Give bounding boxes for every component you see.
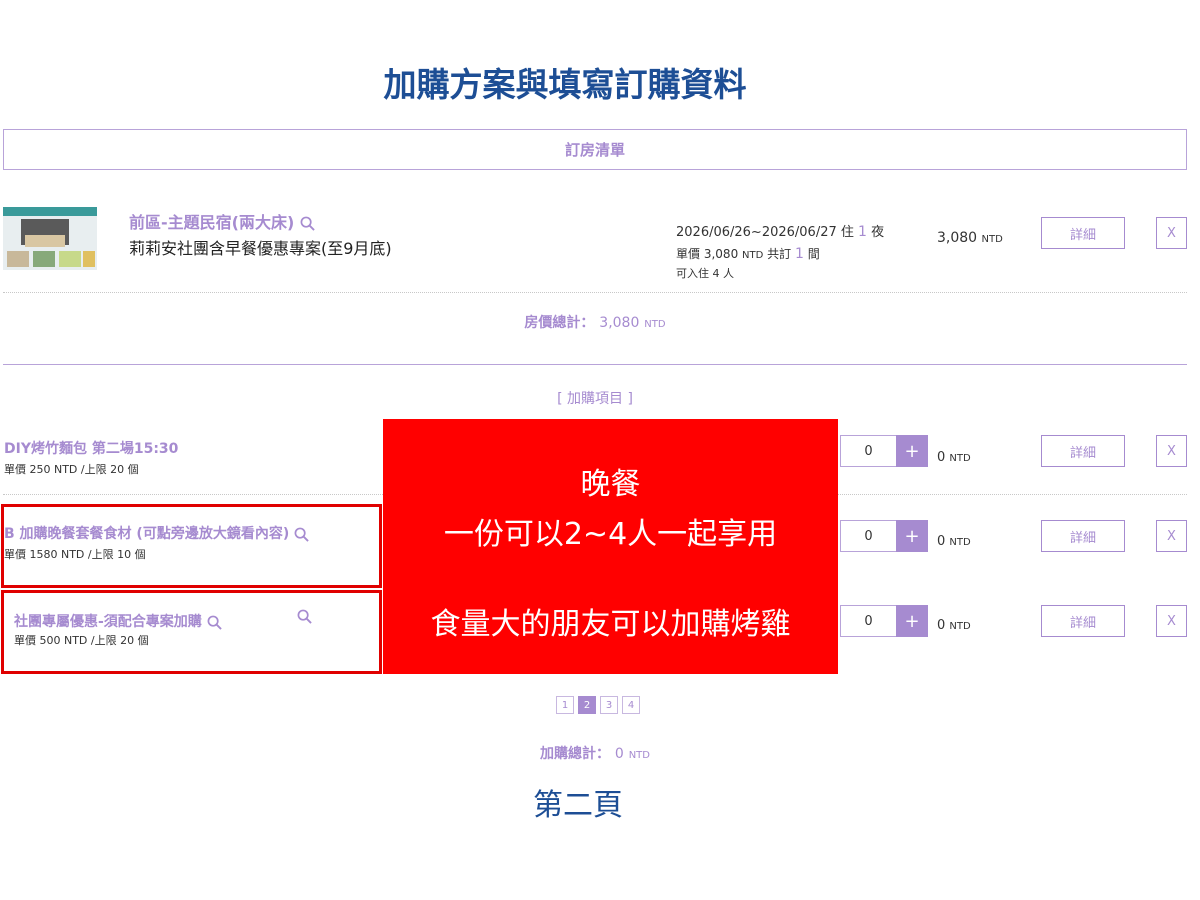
addon-remove-button[interactable]: X — [1156, 435, 1187, 467]
addon-name[interactable]: 社團專屬優惠-須配合專案加購 — [14, 614, 202, 630]
page-button-4[interactable]: 4 — [622, 696, 640, 714]
addon-detail-button[interactable]: 詳細 — [1041, 520, 1125, 552]
rooms-booked: 1 — [795, 246, 804, 262]
room-remove-button[interactable]: X — [1156, 217, 1187, 249]
subtotal-value: 3,080 — [599, 315, 640, 331]
page-title: 加購方案與填寫訂購資料 — [383, 65, 747, 104]
addon-meta: 單價 500 NTD /上限 20 個 — [14, 634, 149, 647]
quantity-plus-button[interactable]: + — [896, 435, 928, 467]
addon-total: 加購總計： 0 NTD — [0, 743, 1190, 763]
booked-label: 共訂 — [767, 247, 792, 261]
addon-meta: 單價 250 NTD /上限 20 個 — [4, 463, 139, 476]
addon-remove-button[interactable]: X — [1156, 605, 1187, 637]
room-plan: 莉莉安社團含早餐優惠專案(至9月底) — [129, 239, 392, 258]
search-icon[interactable] — [300, 216, 315, 231]
nights-count: 1 — [858, 224, 867, 240]
room-subtotal: 房價總計： 3,080 NTD — [0, 312, 1190, 332]
addon-total-label: 加購總計： — [540, 746, 611, 762]
room-capacity: 可入住 4 人 — [676, 267, 734, 280]
addon-name-link[interactable]: B 加購晚餐套餐食材 (可點旁邊放大鏡看內容) — [4, 523, 309, 543]
currency: NTD — [981, 234, 1003, 245]
unit-price: 3,080 — [703, 247, 739, 261]
addon-line-total: 0 NTD — [937, 534, 971, 549]
room-dates: 2026/06/26~2026/06/27 住 1 夜 — [676, 221, 884, 240]
addon-name[interactable]: DIY烤竹麵包 第二場15:30 — [4, 438, 178, 458]
room-detail-button[interactable]: 詳細 — [1041, 217, 1125, 249]
quantity-input[interactable]: 0 — [840, 520, 897, 552]
overlay-line-2: 一份可以2~4人一起享用 — [443, 517, 778, 552]
room-price-line: 單價 3,080 NTD 共訂 1 間 — [676, 245, 820, 262]
overlay-line-3: 食量大的朋友可以加購烤雞 — [430, 607, 791, 642]
addon-line-total: 0 NTD — [937, 450, 971, 465]
rooms-label: 間 — [807, 247, 820, 261]
pagination: 1 2 3 4 — [556, 696, 640, 714]
search-icon[interactable] — [294, 527, 309, 542]
currency: NTD — [949, 537, 971, 548]
search-icon[interactable] — [207, 615, 222, 630]
room-name-link[interactable]: 前區-主題民宿(兩大床) — [129, 209, 315, 233]
quantity-plus-button[interactable]: + — [896, 520, 928, 552]
page-button-3[interactable]: 3 — [600, 696, 618, 714]
addon-name[interactable]: B 加購晚餐套餐食材 (可點旁邊放大鏡看內容) — [4, 526, 289, 542]
divider — [3, 364, 1187, 365]
overlay-line-1: 晚餐 — [580, 467, 641, 502]
addon-total-value: 0 — [614, 746, 624, 762]
addon-detail-button[interactable]: 詳細 — [1041, 605, 1125, 637]
page-button-2[interactable]: 2 — [578, 696, 596, 714]
subtotal-label: 房價總計： — [524, 315, 595, 331]
nights-label: 夜 — [871, 225, 885, 240]
divider — [3, 292, 1187, 293]
addon-line-total: 0 NTD — [937, 618, 971, 633]
page-button-1[interactable]: 1 — [556, 696, 574, 714]
addon-total-value: 0 — [937, 534, 946, 549]
addon-meta: 單價 1580 NTD /上限 10 個 — [4, 548, 146, 561]
page-note: 第二頁 — [533, 788, 623, 823]
stay-label: 住 — [840, 225, 854, 240]
currency: NTD — [628, 750, 650, 761]
currency: NTD — [949, 621, 971, 632]
room-name[interactable]: 前區-主題民宿(兩大床) — [129, 213, 294, 232]
addon-section-title: [ 加購項目 ] — [557, 391, 633, 407]
currency: NTD — [644, 319, 666, 330]
addon-remove-button[interactable]: X — [1156, 520, 1187, 552]
addon-detail-button[interactable]: 詳細 — [1041, 435, 1125, 467]
room-list-header: 訂房清單 — [3, 129, 1187, 170]
addon-name-link[interactable]: 社團專屬優惠-須配合專案加購 — [14, 611, 222, 631]
room-total-value: 3,080 — [937, 230, 978, 246]
addon-total-value: 0 — [937, 450, 946, 465]
date-range: 2026/06/26~2026/06/27 — [676, 225, 837, 240]
addon-total-value: 0 — [937, 618, 946, 633]
quantity-plus-button[interactable]: + — [896, 605, 928, 637]
currency: NTD — [949, 453, 971, 464]
quantity-input[interactable]: 0 — [840, 605, 897, 637]
room-thumbnail[interactable] — [3, 207, 97, 270]
room-line-total: 3,080 NTD — [937, 230, 1003, 246]
quantity-input[interactable]: 0 — [840, 435, 897, 467]
search-icon[interactable] — [297, 609, 312, 624]
unit-price-label: 單價 — [676, 247, 701, 261]
currency: NTD — [742, 250, 764, 261]
overlay-note: 晚餐 一份可以2~4人一起享用 食量大的朋友可以加購烤雞 — [383, 419, 838, 674]
